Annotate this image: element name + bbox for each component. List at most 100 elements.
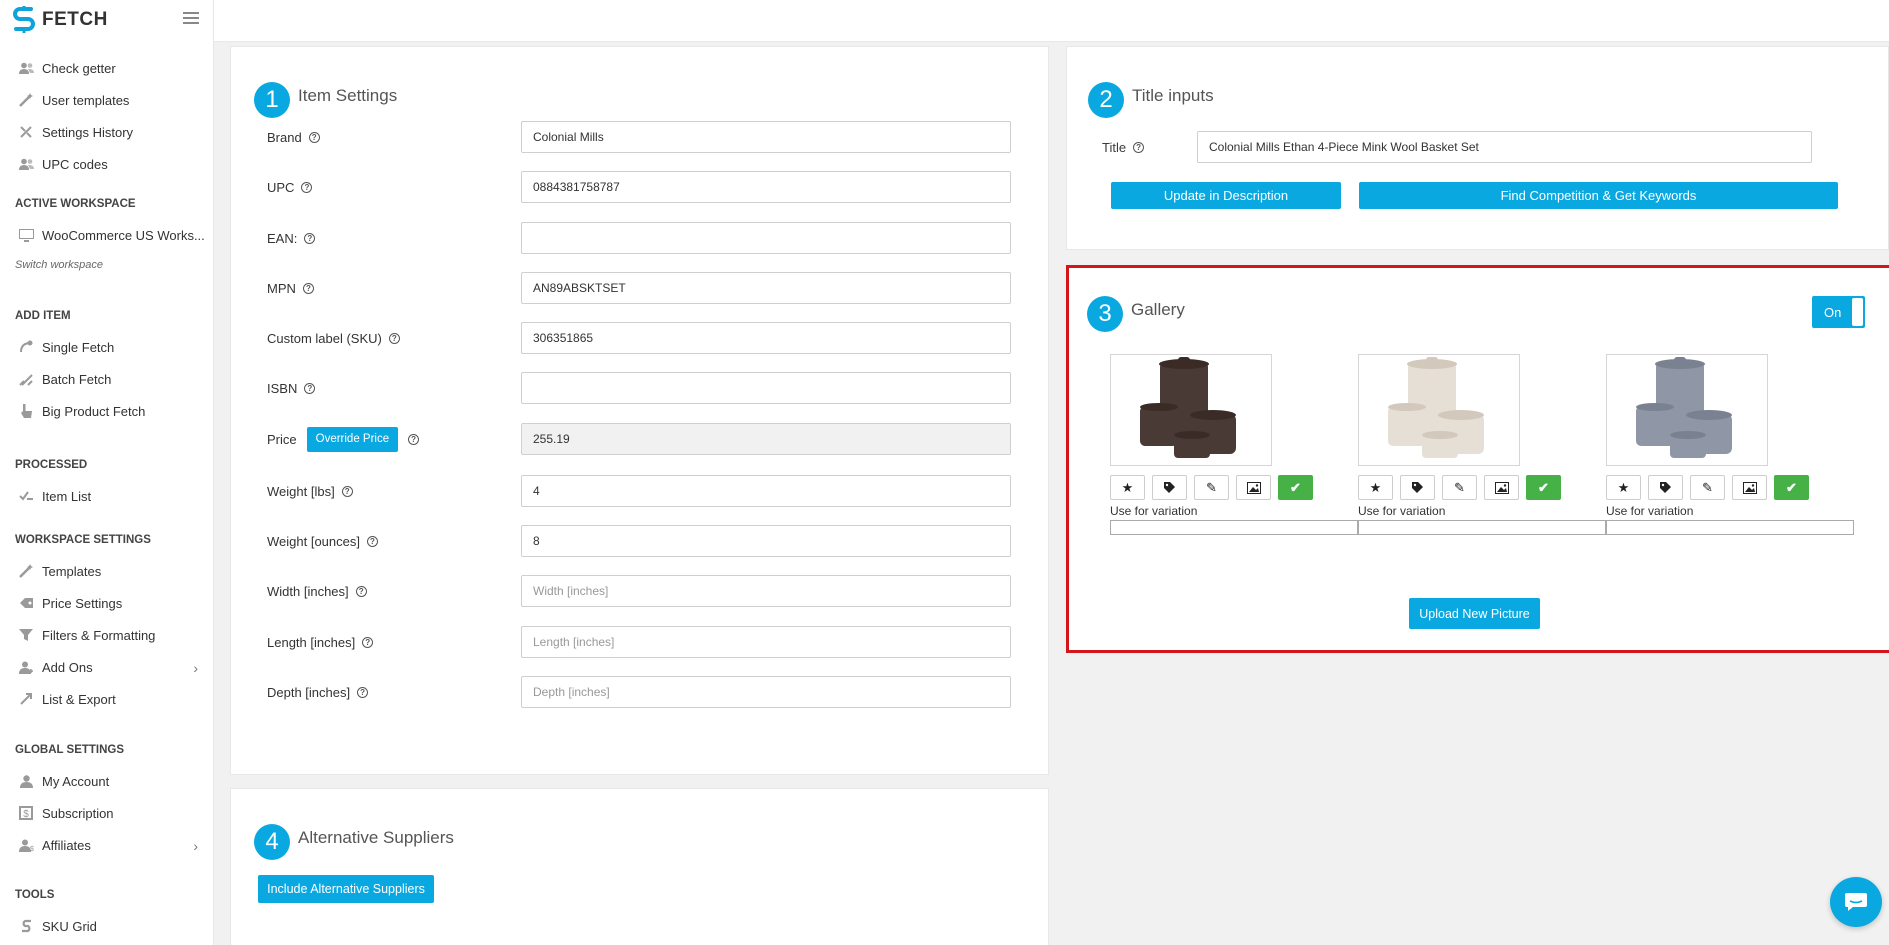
chat-button[interactable] — [1830, 877, 1882, 927]
sidebar-item-label: Filters & Formatting — [42, 627, 156, 643]
users-icon — [18, 157, 34, 171]
sidebar-item-check-getter[interactable]: Check getter — [0, 52, 214, 84]
field-input[interactable] — [521, 322, 1011, 354]
step-number: 4 — [254, 824, 290, 860]
help-icon[interactable]: ? — [366, 535, 378, 547]
price-tag-icon — [18, 596, 34, 610]
field-input[interactable] — [521, 575, 1011, 607]
variation-input[interactable] — [1358, 520, 1606, 535]
help-icon[interactable]: ? — [301, 181, 313, 193]
sidebar-item-list-export[interactable]: List & Export — [0, 683, 214, 715]
help-icon[interactable]: ? — [302, 282, 314, 294]
field-input[interactable] — [521, 626, 1011, 658]
help-icon[interactable]: ? — [308, 131, 320, 143]
help-icon[interactable]: ? — [355, 585, 367, 597]
sidebar-item-price-settings[interactable]: Price Settings — [0, 587, 214, 619]
field-label-wrap: MPN? — [267, 281, 521, 296]
field-label: Price — [267, 431, 297, 447]
product-thumbnail[interactable] — [1110, 354, 1272, 466]
include-alternative-suppliers-button[interactable]: Include Alternative Suppliers — [258, 875, 434, 903]
override-price-button[interactable]: Override Price — [306, 426, 399, 452]
help-icon[interactable]: ? — [362, 636, 374, 648]
tag-button[interactable] — [1152, 475, 1187, 500]
gallery-card: ★ ✎ ✔ Use for variation — [1606, 354, 1854, 535]
star-button[interactable]: ★ — [1110, 475, 1145, 500]
help-icon[interactable]: ? — [304, 232, 316, 244]
sidebar-item-single-fetch[interactable]: Single Fetch — [0, 331, 214, 363]
tag-icon — [1412, 482, 1423, 493]
help-icon[interactable]: ? — [408, 433, 420, 445]
app-logo[interactable]: FETCH — [12, 6, 108, 34]
sidebar-item-item-list[interactable]: Item List — [0, 480, 214, 512]
field-input[interactable] — [521, 475, 1011, 507]
sidebar-item-upc-codes[interactable]: UPC codes — [0, 148, 214, 180]
pencil-button[interactable]: ✎ — [1690, 475, 1725, 500]
pencil-button[interactable]: ✎ — [1194, 475, 1229, 500]
update-in-description-button[interactable]: Update in Description — [1111, 182, 1341, 209]
field-label: MPN — [267, 280, 296, 296]
hamburger-menu-icon[interactable] — [183, 10, 199, 26]
sidebar-item-label: Affiliates — [42, 837, 91, 853]
field-input[interactable] — [521, 121, 1011, 153]
hand-icon — [18, 404, 34, 418]
help-icon[interactable]: ? — [341, 485, 353, 497]
sidebar-item-affiliates[interactable]: $ Affiliates › — [0, 829, 214, 861]
field-row: Weight [lbs]? — [267, 475, 1042, 507]
field-input[interactable] — [521, 222, 1011, 254]
check-button[interactable]: ✔ — [1774, 475, 1809, 500]
help-icon[interactable]: ? — [388, 332, 400, 344]
svg-text:$: $ — [30, 846, 34, 852]
tag-button[interactable] — [1648, 475, 1683, 500]
item-settings-panel: 1 Item Settings Brand?UPC?EAN:?MPN?Custo… — [230, 46, 1049, 775]
sidebar-item-subscription[interactable]: $ Subscription — [0, 797, 214, 829]
sidebar-item-my-account[interactable]: My Account — [0, 765, 214, 797]
field-input[interactable] — [521, 676, 1011, 708]
star-button[interactable]: ★ — [1606, 475, 1641, 500]
help-icon[interactable]: ? — [357, 686, 369, 698]
tag-button[interactable] — [1400, 475, 1435, 500]
gallery-toggle[interactable]: On — [1812, 296, 1865, 328]
find-competition-button[interactable]: Find Competition & Get Keywords — [1359, 182, 1838, 209]
star-button[interactable]: ★ — [1358, 475, 1393, 500]
sidebar-section-title: ACTIVE WORKSPACE — [15, 198, 136, 210]
variation-input[interactable] — [1110, 520, 1358, 535]
batch-icon — [18, 372, 34, 386]
sidebar-item-big-product-fetch[interactable]: Big Product Fetch — [0, 395, 214, 427]
field-label: UPC — [267, 179, 295, 195]
upload-new-picture-button[interactable]: Upload New Picture — [1409, 598, 1540, 629]
field-input[interactable] — [521, 171, 1011, 203]
image-button[interactable] — [1484, 475, 1519, 500]
pencil-button[interactable]: ✎ — [1442, 475, 1477, 500]
sidebar-item-batch-fetch[interactable]: Batch Fetch — [0, 363, 214, 395]
check-button[interactable]: ✔ — [1526, 475, 1561, 500]
field-input[interactable] — [521, 272, 1011, 304]
sidebar-item-sku-grid[interactable]: SKU Grid — [0, 910, 214, 942]
help-icon[interactable]: ? — [304, 382, 316, 394]
title-input[interactable] — [1197, 131, 1812, 163]
sidebar-item-settings-history[interactable]: Settings History — [0, 116, 214, 148]
check-button[interactable]: ✔ — [1278, 475, 1313, 500]
field-input[interactable] — [521, 372, 1011, 404]
field-label: Weight [lbs] — [267, 483, 335, 499]
switch-workspace-link[interactable]: Switch workspace — [0, 251, 214, 279]
image-icon — [1494, 481, 1509, 494]
sidebar-item-user-templates[interactable]: User templates — [0, 84, 214, 116]
field-input[interactable] — [521, 423, 1011, 455]
sidebar-item-add-ons[interactable]: Add Ons › — [0, 651, 214, 683]
image-button[interactable] — [1732, 475, 1767, 500]
sidebar-item-label: WooCommerce US Works... — [42, 227, 205, 243]
field-label: Brand — [267, 129, 302, 145]
sidebar-item-filters-formatting[interactable]: Filters & Formatting — [0, 619, 214, 651]
help-icon[interactable]: ? — [1133, 141, 1145, 153]
sidebar-item-templates[interactable]: Templates — [0, 555, 214, 587]
sidebar-item-label: UPC codes — [42, 156, 108, 172]
image-button[interactable] — [1236, 475, 1271, 500]
sidebar-item-workspace[interactable]: WooCommerce US Works... — [0, 219, 214, 251]
field-label: ISBN — [267, 380, 298, 396]
variation-input[interactable] — [1606, 520, 1854, 535]
field-label: Length [inches] — [267, 634, 356, 650]
product-thumbnail[interactable] — [1358, 354, 1520, 466]
panel-title: Item Settings — [298, 86, 398, 105]
product-thumbnail[interactable] — [1606, 354, 1768, 466]
field-input[interactable] — [521, 525, 1011, 557]
